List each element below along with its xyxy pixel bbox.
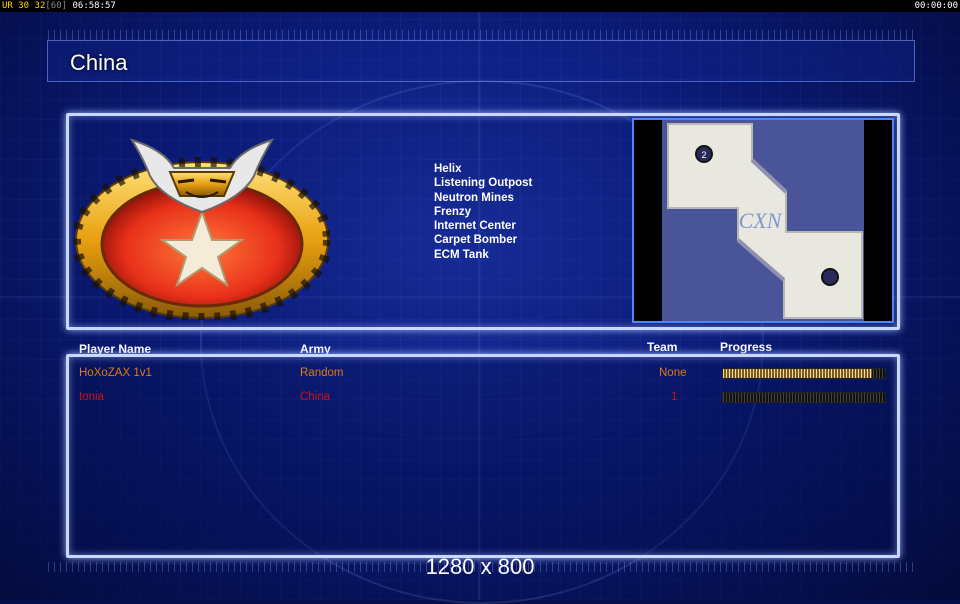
fps-cap: [60] xyxy=(45,1,68,11)
unit-list: Helix Listening Outpost Neutron Mines Fr… xyxy=(434,162,532,262)
unit-item: Frenzy xyxy=(434,205,472,218)
player-army: Random xyxy=(300,367,344,379)
china-emblem-icon xyxy=(74,138,330,320)
top-ruler xyxy=(48,30,914,40)
title-bar xyxy=(47,40,915,82)
unit-item: Neutron Mines xyxy=(434,191,514,204)
fps-value: 30 xyxy=(18,1,30,11)
unit-item: ECM Tank xyxy=(434,248,489,261)
unit-item: Helix xyxy=(434,163,462,175)
player-progress-bar xyxy=(722,392,886,403)
elapsed-time: 06:58:57 xyxy=(72,1,116,11)
player-progress-fill xyxy=(723,369,873,378)
fps-readout: UR 30 32[60] 06:58:57 xyxy=(2,0,116,12)
header-team: Team xyxy=(647,340,678,354)
faction-title: China xyxy=(70,50,128,75)
map-watermark: CXN xyxy=(739,208,783,233)
fps-label: UR xyxy=(2,1,13,11)
unit-item: Internet Center xyxy=(434,220,516,233)
player-name: HoXoZAX 1v1 xyxy=(79,367,152,379)
player-team: None xyxy=(659,367,687,379)
unit-item: Carpet Bomber xyxy=(434,234,518,247)
player-team: 1 xyxy=(671,391,678,403)
map-start-marker: 2 xyxy=(701,150,706,160)
player-name: tonia xyxy=(79,391,104,403)
player-progress-bar xyxy=(722,368,886,379)
fps-overlay: UR 30 32[60] 06:58:57 00:00:00 xyxy=(0,0,960,12)
unit-item: Listening Outpost xyxy=(434,177,533,190)
player-army: China xyxy=(300,391,331,403)
player-list-panel xyxy=(66,354,900,558)
game-clock: 00:00:00 xyxy=(914,1,958,11)
fps-target: 32 xyxy=(34,1,46,11)
map-preview: 2 CXN xyxy=(632,118,894,323)
map-preview-image: 2 CXN xyxy=(634,120,892,321)
header-progress: Progress xyxy=(720,340,773,354)
resolution-label: 1280 x 800 xyxy=(425,554,535,579)
